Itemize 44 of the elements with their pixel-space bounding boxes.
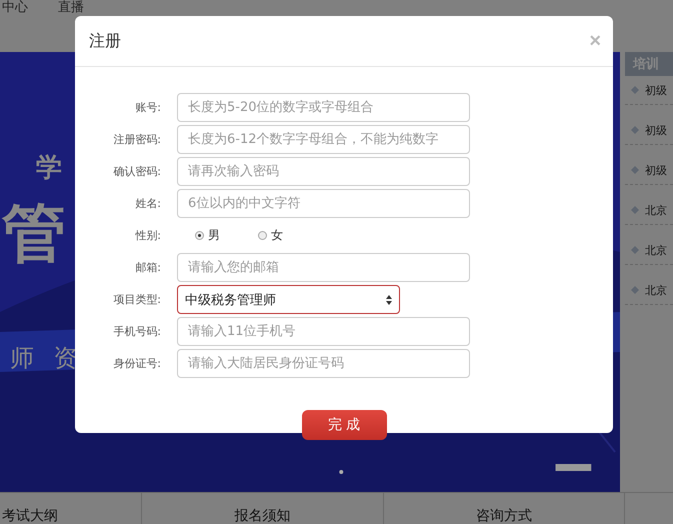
banner-text: 管 — [2, 202, 66, 266]
select-field[interactable]: 中级税务管理师 — [177, 285, 400, 314]
input-field[interactable]: 请输入您的邮箱 — [177, 253, 470, 282]
bottom-tab[interactable]: 咨询方式 — [384, 493, 625, 524]
sidebar-link[interactable]: 初级 — [645, 162, 667, 178]
input-field[interactable]: 6位以内的中文字符 — [177, 189, 470, 218]
banner-text: 学 — [36, 152, 82, 185]
dialog-title: 注册 — [89, 30, 121, 52]
input-field[interactable]: 长度为6-12个数字字母组合，不能为纯数字 — [177, 125, 470, 154]
diamond-icon — [631, 166, 639, 174]
sidebar-link[interactable]: 北京 — [645, 202, 667, 218]
radio-label: 女 — [271, 227, 283, 244]
field-label: 账号: — [134, 100, 161, 115]
nav-link[interactable]: 直播 — [58, 0, 84, 15]
sidebar-link[interactable]: 北京 — [645, 242, 667, 258]
field-label: 项目类型: — [112, 292, 161, 307]
input-field[interactable]: 请输入大陆居民身份证号码 — [177, 349, 470, 378]
diamond-icon — [631, 126, 639, 134]
submit-button[interactable]: 完 成 — [302, 410, 386, 440]
banner-text: 师 资 — [10, 343, 84, 374]
sidebar-link[interactable]: 初级 — [645, 122, 667, 138]
input-field[interactable]: 长度为5-20位的数字或字母组合 — [177, 93, 470, 122]
field-label: 注册密码: — [112, 132, 161, 147]
radio-label: 男 — [208, 227, 220, 244]
radio-button[interactable] — [258, 231, 267, 240]
field-label: 确认密码: — [112, 164, 161, 179]
diamond-icon — [631, 206, 639, 214]
field-label: 身份证号: — [112, 356, 161, 371]
diamond-icon — [631, 86, 639, 94]
field-label: 性别: — [134, 228, 161, 243]
updown-arrows-icon — [386, 294, 392, 304]
diamond-icon — [631, 286, 639, 294]
nav-link[interactable]: 中心 — [2, 0, 28, 15]
sidebar-link[interactable]: 北京 — [645, 282, 667, 298]
field-label: 姓名: — [134, 196, 161, 211]
input-field[interactable]: 请输入11位手机号 — [177, 317, 470, 346]
diamond-icon — [631, 246, 639, 254]
field-label: 邮箱: — [134, 260, 161, 275]
bottom-tab[interactable]: 考试大纲 — [0, 493, 142, 524]
radio-button[interactable] — [195, 231, 204, 240]
field-label: 手机号码: — [112, 324, 161, 339]
sidebar-link[interactable]: 初级 — [645, 82, 667, 98]
input-field[interactable]: 请再次输入密码 — [177, 157, 470, 186]
bottom-tab[interactable]: 报名须知 — [142, 493, 384, 524]
